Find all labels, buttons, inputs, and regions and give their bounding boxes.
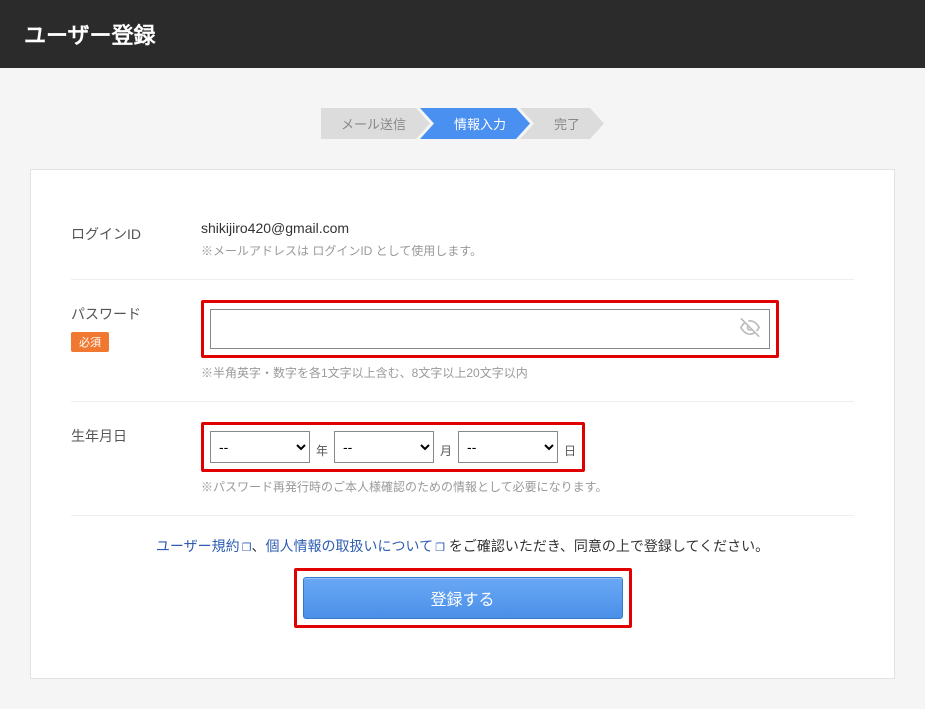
form-card: ログインID shikijiro420@gmail.com ※メールアドレスは … — [30, 169, 895, 679]
row-birthdate: 生年月日 -- 年 -- 月 -- — [71, 402, 854, 516]
password-label: パスワード — [71, 304, 201, 324]
page-title: ユーザー登録 — [24, 23, 156, 48]
step-done: 完了 — [520, 108, 604, 139]
row-login-id: ログインID shikijiro420@gmail.com ※メールアドレスは … — [71, 200, 854, 280]
step-mail: メール送信 — [321, 108, 430, 139]
login-id-label: ログインID — [71, 220, 201, 244]
day-unit: 日 — [564, 442, 576, 463]
eye-off-icon[interactable] — [740, 318, 760, 341]
password-input-wrap — [210, 309, 770, 349]
external-link-icon: ❐ — [242, 542, 252, 554]
birthdate-inputs: -- 年 -- 月 -- 日 — [210, 431, 576, 463]
submit-highlight: 登録する — [294, 568, 632, 628]
birthdate-highlight: -- 年 -- 月 -- 日 — [201, 422, 585, 472]
birthdate-value-col: -- 年 -- 月 -- 日 ※パスワード再発行時のご本人様確認のための情報とし… — [201, 422, 854, 495]
birthdate-hint: ※パスワード再発行時のご本人様確認のための情報として必要になります。 — [201, 478, 854, 495]
register-button[interactable]: 登録する — [303, 577, 623, 619]
birth-day-select[interactable]: -- — [458, 431, 558, 463]
birthdate-label: 生年月日 — [71, 422, 201, 446]
password-highlight — [201, 300, 779, 358]
birth-month-select[interactable]: -- — [334, 431, 434, 463]
birth-year-select[interactable]: -- — [210, 431, 310, 463]
step-indicator: メール送信 情報入力 完了 — [30, 108, 895, 139]
year-unit: 年 — [316, 442, 328, 463]
required-badge: 必須 — [71, 332, 109, 352]
password-label-col: パスワード 必須 — [71, 300, 201, 352]
login-id-value: shikijiro420@gmail.com — [201, 220, 854, 236]
row-password: パスワード 必須 ※半角英字・数字を各1文字以上含む、8文字以上20文字以内 — [71, 280, 854, 402]
password-input[interactable] — [210, 309, 770, 349]
login-id-value-col: shikijiro420@gmail.com ※メールアドレスは ログインID … — [201, 220, 854, 259]
privacy-link[interactable]: 個人情報の取扱いについて❐ — [266, 538, 445, 554]
login-id-hint: ※メールアドレスは ログインID として使用します。 — [201, 242, 854, 259]
password-hint: ※半角英字・数字を各1文字以上含む、8文字以上20文字以内 — [201, 364, 854, 381]
password-value-col: ※半角英字・数字を各1文字以上含む、8文字以上20文字以内 — [201, 300, 854, 381]
page-header: ユーザー登録 — [0, 0, 925, 68]
agreement-tail: をご確認いただき、同意の上で登録してください。 — [445, 538, 769, 554]
external-link-icon: ❐ — [435, 542, 445, 554]
step-input: 情報入力 — [420, 108, 530, 139]
month-unit: 月 — [440, 442, 452, 463]
terms-link[interactable]: ユーザー規約❐ — [156, 538, 252, 554]
submit-wrap: 登録する — [71, 568, 854, 628]
content-container: メール送信 情報入力 完了 ログインID shikijiro420@gmail.… — [0, 68, 925, 709]
agreement-text: ユーザー規約❐、個人情報の取扱いについて❐ をご確認いただき、同意の上で登録して… — [71, 536, 854, 556]
